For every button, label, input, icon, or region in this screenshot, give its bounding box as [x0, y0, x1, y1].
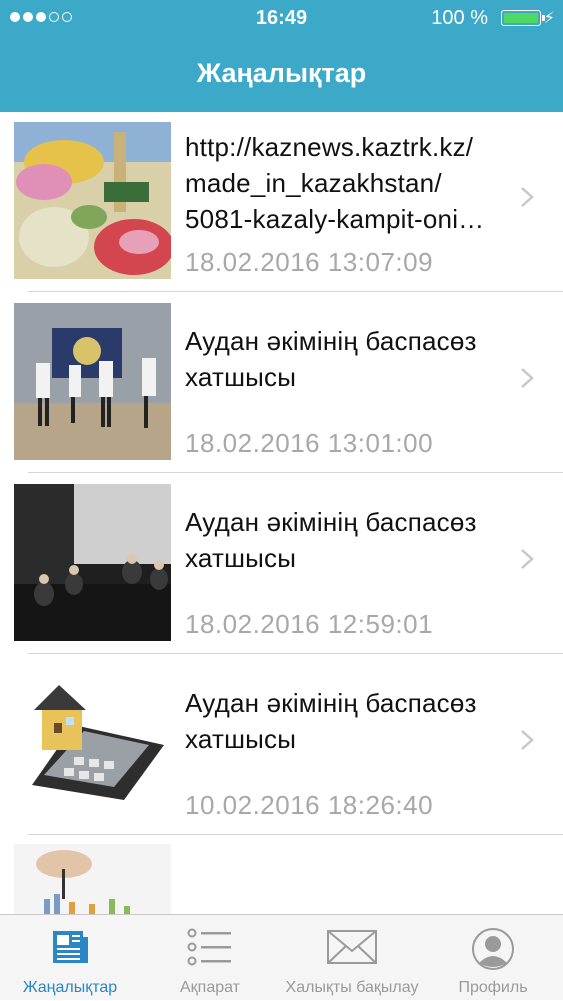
tab-news[interactable]: Жаңалықтар: [0, 915, 140, 1001]
chevron-right-icon: [521, 368, 534, 388]
chevron-right-icon: [521, 730, 534, 750]
row-separator: [28, 653, 563, 654]
charging-icon: ⚡: [543, 10, 555, 27]
chevron-right-icon: [521, 549, 534, 569]
newspaper-icon: [53, 931, 88, 963]
news-thumbnail: [14, 303, 171, 460]
navigation-header: 16:49 100 % ⚡ Жаңалықтар: [0, 0, 563, 112]
chevron-right-icon: [521, 187, 534, 207]
news-item[interactable]: http://kaznews.kaztrk.kz/ made_in_kazakh…: [0, 112, 563, 292]
envelope-icon: [327, 930, 377, 964]
battery-percentage: 100 %: [431, 7, 488, 29]
news-date: 18.02.2016 13:07:09: [185, 247, 434, 277]
tab-label: Профиль: [458, 979, 528, 996]
news-date: 18.02.2016 12:59:01: [185, 609, 434, 639]
news-item[interactable]: Аудан әкімінің баспасөз хатшысы 18.02.20…: [0, 293, 563, 473]
page-title: Жаңалықтар: [196, 58, 367, 88]
news-date: 18.02.2016 13:01:00: [185, 428, 434, 458]
news-thumbnail: [14, 122, 171, 279]
row-separator: [28, 834, 563, 835]
news-title: Аудан әкімінің баспасөз хатшысы: [185, 326, 477, 392]
status-bar: 16:49 100 % ⚡: [0, 0, 563, 36]
news-date: 10.02.2016 18:26:40: [185, 790, 434, 820]
news-item[interactable]: www.24.kz: [0, 836, 563, 914]
news-title: http://kaznews.kaztrk.kz/ made_in_kazakh…: [185, 132, 485, 234]
tab-bar: Жаңалықтар Ақпарат Халықты бақылау Профи…: [0, 914, 563, 1000]
profile-icon: [472, 928, 514, 970]
news-title: www.24.kz: [185, 906, 530, 914]
battery-icon: [501, 10, 545, 26]
news-thumbnail: [14, 484, 171, 641]
list-icon: [187, 928, 231, 966]
news-list[interactable]: http://kaznews.kaztrk.kz/ made_in_kazakh…: [0, 112, 563, 914]
tab-label: Халықты бақылау: [285, 979, 419, 996]
news-thumbnail: [14, 665, 171, 822]
tab-label: Ақпарат: [179, 979, 240, 996]
row-separator: [28, 291, 563, 292]
row-separator: [28, 472, 563, 473]
news-title: Аудан әкімінің баспасөз хатшысы: [185, 507, 477, 573]
tab-profile[interactable]: Профиль: [423, 915, 563, 1001]
tab-info[interactable]: Ақпарат: [140, 915, 280, 1001]
news-thumbnail: [14, 844, 171, 914]
news-item[interactable]: Аудан әкімінің баспасөз хатшысы 18.02.20…: [0, 474, 563, 654]
news-title: Аудан әкімінің баспасөз хатшысы: [185, 688, 477, 754]
tab-label: Жаңалықтар: [22, 979, 118, 996]
news-item[interactable]: Аудан әкімінің баспасөз хатшысы 10.02.20…: [0, 655, 563, 835]
tab-public-control[interactable]: Халықты бақылау: [282, 915, 422, 1001]
